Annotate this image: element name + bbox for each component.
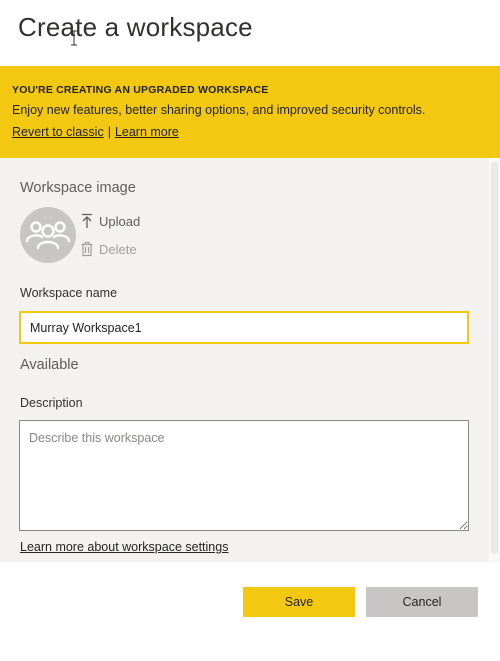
save-button[interactable]: Save bbox=[243, 587, 355, 617]
workspace-name-label: Workspace name bbox=[20, 286, 118, 300]
delete-button[interactable]: Delete bbox=[80, 241, 137, 257]
upload-label: Upload bbox=[99, 213, 141, 229]
banner-link-separator: | bbox=[107, 125, 111, 139]
delete-label: Delete bbox=[99, 241, 137, 257]
upgrade-banner: YOU'RE CREATING AN UPGRADED WORKSPACE En… bbox=[0, 66, 500, 158]
cancel-button[interactable]: Cancel bbox=[366, 587, 478, 617]
workspace-settings-link[interactable]: Learn more about workspace settings bbox=[20, 540, 228, 554]
revert-to-classic-link[interactable]: Revert to classic bbox=[12, 125, 104, 139]
description-label: Description bbox=[20, 396, 83, 410]
dialog-title: Create a workspace bbox=[18, 12, 253, 42]
people-group-icon bbox=[25, 221, 71, 250]
description-textarea[interactable] bbox=[19, 420, 469, 531]
banner-links: Revert to classic | Learn more bbox=[12, 125, 488, 139]
form-scrollbar[interactable] bbox=[489, 158, 500, 562]
banner-heading: YOU'RE CREATING AN UPGRADED WORKSPACE bbox=[12, 84, 269, 96]
workspace-name-input[interactable] bbox=[19, 311, 469, 344]
workspace-avatar bbox=[20, 207, 76, 263]
scrollbar-thumb[interactable] bbox=[491, 162, 498, 554]
trash-icon bbox=[81, 241, 93, 257]
workspace-image-label: Workspace image bbox=[20, 180, 136, 196]
learn-more-link[interactable]: Learn more bbox=[115, 125, 179, 139]
upload-arrow-icon bbox=[82, 213, 92, 228]
name-availability-status: Available bbox=[20, 357, 79, 373]
upload-button[interactable]: Upload bbox=[80, 213, 140, 229]
text-cursor-icon bbox=[71, 30, 77, 46]
banner-text: Enjoy new features, better sharing optio… bbox=[12, 103, 426, 117]
